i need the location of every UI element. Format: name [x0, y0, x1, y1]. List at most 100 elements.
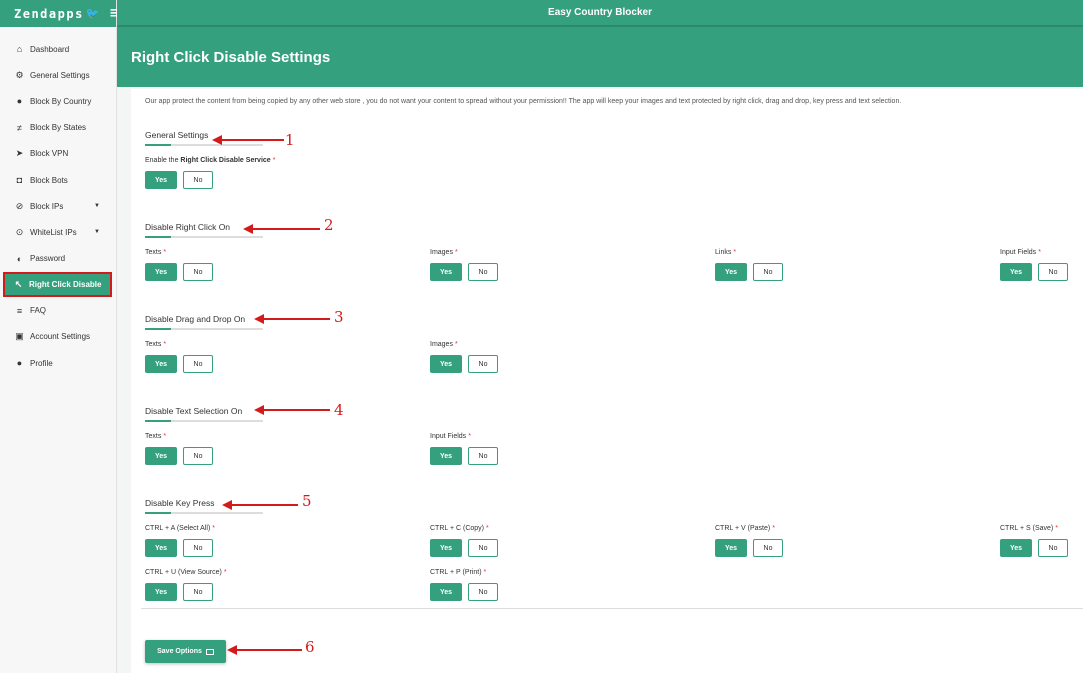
no-button[interactable]: No	[183, 447, 213, 465]
toggle-right-click-input-fields: Yes No	[1000, 263, 1068, 281]
user-icon: ●	[16, 358, 23, 369]
annotation-number-2: 2	[324, 216, 334, 234]
save-icon	[205, 648, 214, 655]
toggle-key-ctrl-c: Yes No	[430, 539, 498, 557]
no-button[interactable]: No	[1038, 539, 1068, 557]
no-button[interactable]: No	[468, 539, 498, 557]
yes-button[interactable]: Yes	[430, 447, 462, 465]
yes-button[interactable]: Yes	[715, 263, 747, 281]
yes-button[interactable]: Yes	[145, 355, 177, 373]
field-label: Links *	[715, 249, 736, 256]
label-text: Images	[430, 341, 453, 348]
sidebar-item-block-by-states[interactable]: ≠ Block By States	[0, 115, 116, 141]
field-label: CTRL + S (Save) *	[1000, 525, 1058, 532]
yes-button[interactable]: Yes	[430, 583, 462, 601]
save-options-button[interactable]: Save Options	[145, 640, 226, 663]
cursor-icon: ↖	[14, 278, 23, 289]
label-text: CTRL + U (View Source)	[145, 569, 222, 576]
no-button[interactable]: No	[468, 263, 498, 281]
toggle-key-ctrl-p: Yes No	[430, 583, 498, 601]
sidebar-item-general-settings[interactable]: ⚙ General Settings	[0, 62, 116, 88]
no-button[interactable]: No	[468, 583, 498, 601]
toggle-text-selection-input-fields: Yes No	[430, 447, 498, 465]
yes-button[interactable]: Yes	[430, 539, 462, 557]
required-mark: *	[468, 433, 471, 440]
sidebar-item-block-by-country[interactable]: ● Block By Country	[0, 88, 116, 114]
label-text: CTRL + C (Copy)	[430, 525, 485, 532]
annotation-number-3: 3	[334, 308, 344, 326]
no-button[interactable]: No	[183, 263, 213, 281]
sidebar-item-right-click-disable[interactable]: ↖ Right Click Disable	[3, 271, 112, 297]
sidebar-item-dashboard[interactable]: ⌂ Dashboard	[0, 36, 116, 62]
field-label: CTRL + P (Print) *	[430, 569, 486, 576]
no-button[interactable]: No	[183, 171, 213, 189]
yes-button[interactable]: Yes	[1000, 263, 1032, 281]
no-button[interactable]: No	[183, 539, 213, 557]
sidebar-item-whitelist-ips[interactable]: ⊙ WhiteList IPs ▼	[0, 219, 116, 245]
sidebar-item-profile[interactable]: ● Profile	[0, 350, 116, 376]
required-mark: *	[272, 157, 276, 164]
required-mark: *	[163, 249, 167, 256]
annotation-arrow-5	[222, 500, 298, 510]
section-underline	[145, 328, 263, 330]
sidebar-item-block-bots[interactable]: ◘ Block Bots	[0, 167, 116, 193]
app-title: Easy Country Blocker	[548, 7, 652, 18]
sidebar-item-password[interactable]: ◐ Password	[0, 246, 116, 272]
label-bold: Right Click Disable Service	[180, 157, 271, 164]
no-button[interactable]: No	[183, 355, 213, 373]
sidebar-item-label: Block By Country	[30, 96, 92, 106]
sidebar-item-label: Right Click Disable	[29, 279, 102, 289]
brand-bar: Zendapps 🐦 ≡	[0, 0, 118, 27]
sidebar-item-account-settings[interactable]: ▣ Account Settings	[0, 324, 116, 350]
annotation-arrow-1	[212, 135, 284, 145]
toggle-key-ctrl-v: Yes No	[715, 539, 783, 557]
field-label: CTRL + U (View Source) *	[145, 569, 227, 576]
sidebar-item-label: FAQ	[30, 306, 47, 316]
toggle-key-ctrl-u: Yes No	[145, 583, 213, 601]
required-mark: *	[1038, 249, 1041, 256]
no-button[interactable]: No	[468, 447, 498, 465]
annotation-number-4: 4	[334, 401, 344, 419]
no-button[interactable]: No	[183, 583, 213, 601]
sidebar-item-block-vpn[interactable]: ➤ Block VPN	[0, 141, 116, 167]
brand-logo[interactable]: Zendapps	[14, 7, 84, 21]
field-label: Texts *	[145, 249, 166, 256]
toggle-right-click-links: Yes No	[715, 263, 783, 281]
sidebar-item-label: Dashboard	[30, 44, 70, 54]
label-text: Links	[715, 249, 732, 256]
shield-icon: ◐	[16, 253, 23, 264]
yes-button[interactable]: Yes	[145, 263, 177, 281]
enable-service-label: Enable the Right Click Disable Service *	[145, 157, 275, 164]
section-title-right-click: Disable Right Click On	[145, 222, 231, 232]
label-text: CTRL + P (Print)	[430, 569, 482, 576]
no-button[interactable]: No	[468, 355, 498, 373]
sidebar-item-label: Profile	[30, 358, 53, 368]
no-button[interactable]: No	[753, 263, 783, 281]
home-icon: ⌂	[16, 44, 23, 55]
intro-text: Our app protect the content from being c…	[145, 98, 902, 105]
label-text: Texts	[145, 433, 162, 440]
field-label: Images *	[430, 341, 458, 348]
label-text: Texts	[145, 341, 162, 348]
required-mark: *	[163, 433, 167, 440]
yes-button[interactable]: Yes	[430, 355, 462, 373]
yes-button[interactable]: Yes	[145, 583, 177, 601]
toggle-drag-drop-images: Yes No	[430, 355, 498, 373]
section-title-key-press: Disable Key Press	[145, 498, 215, 508]
yes-button[interactable]: Yes	[145, 447, 177, 465]
annotation-arrow-4	[254, 405, 330, 415]
required-mark: *	[223, 569, 227, 576]
section-title-drag-drop: Disable Drag and Drop On	[145, 314, 246, 324]
yes-button[interactable]: Yes	[145, 539, 177, 557]
yes-button[interactable]: Yes	[145, 171, 177, 189]
yes-button[interactable]: Yes	[715, 539, 747, 557]
sidebar-item-block-ips[interactable]: ⊘ Block IPs ▼	[0, 193, 116, 219]
yes-button[interactable]: Yes	[430, 263, 462, 281]
yes-button[interactable]: Yes	[1000, 539, 1032, 557]
required-mark: *	[1055, 525, 1058, 532]
globe-icon: ●	[16, 96, 23, 107]
no-button[interactable]: No	[753, 539, 783, 557]
rocket-icon: ➤	[15, 148, 24, 159]
sidebar-item-faq[interactable]: ≡ FAQ	[0, 298, 116, 324]
no-button[interactable]: No	[1038, 263, 1068, 281]
